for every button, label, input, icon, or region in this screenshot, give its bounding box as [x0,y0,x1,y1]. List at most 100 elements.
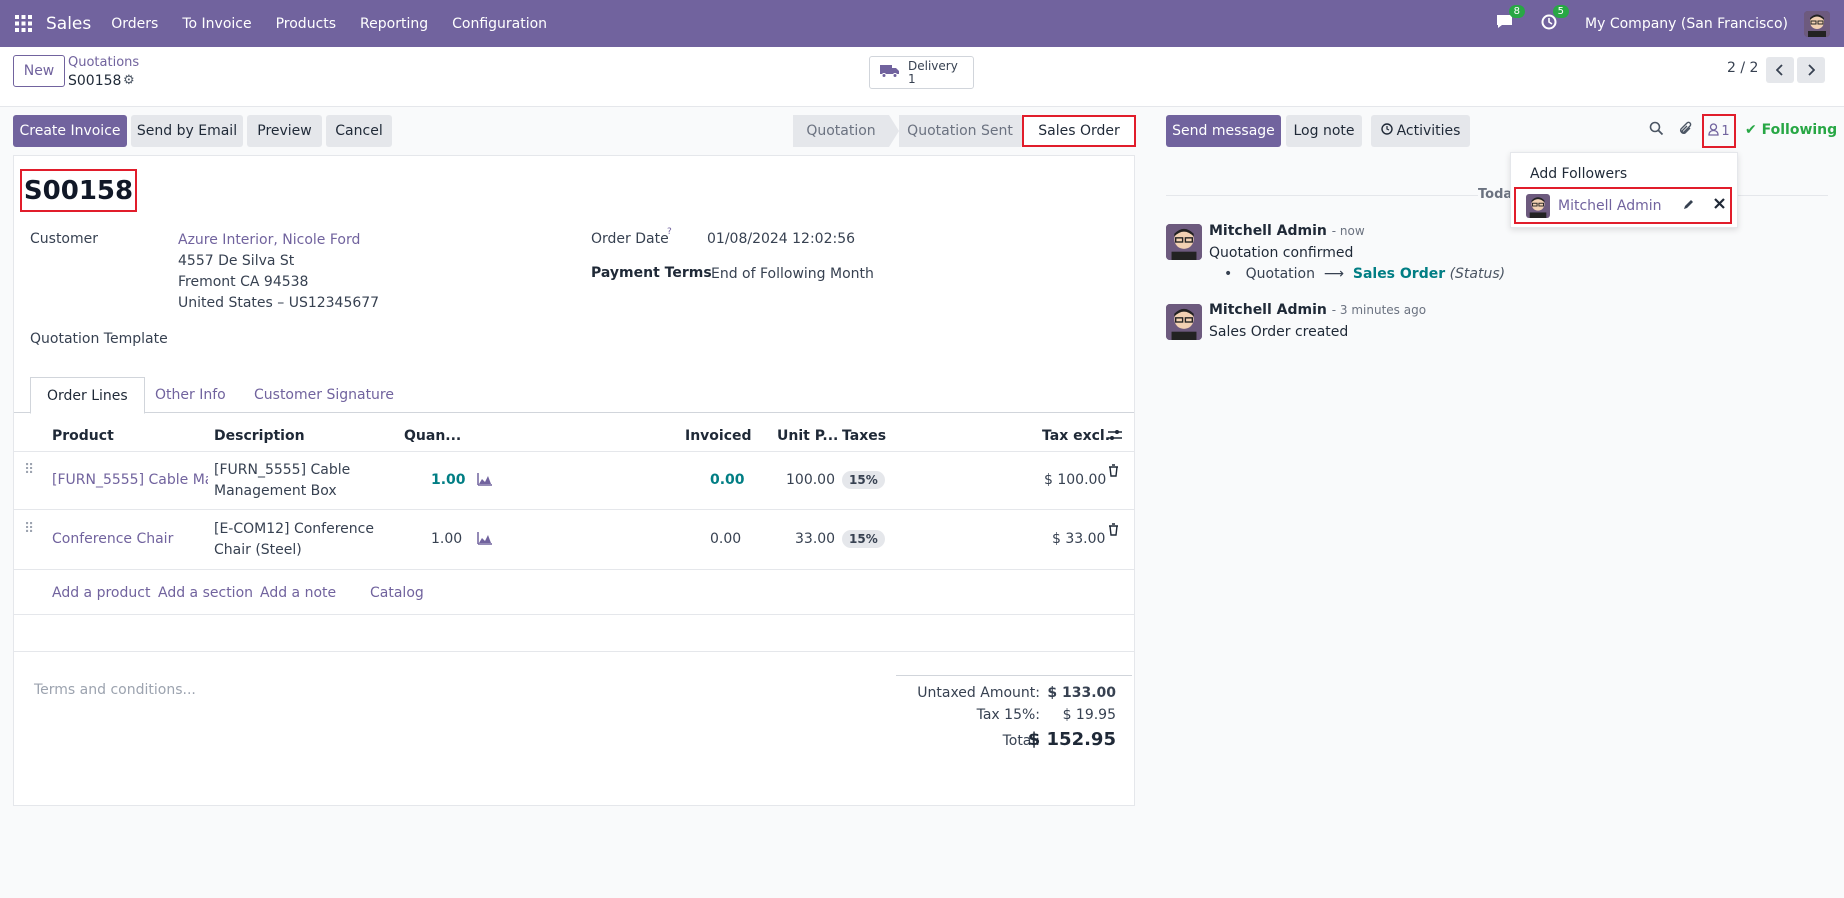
row-description-line2[interactable]: Chair (Steel) [214,542,302,558]
cancel-button[interactable]: Cancel [326,115,392,147]
gear-icon[interactable]: ⚙ [123,73,135,88]
truck-icon [880,63,900,82]
app-brand[interactable]: Sales [46,14,91,34]
row-description-line1[interactable]: [FURN_5555] Cable [214,462,350,478]
column-invoiced[interactable]: Invoiced [685,428,752,444]
activities-button[interactable]: Activities [1371,115,1470,147]
row-invoiced[interactable]: 0.00 [710,531,741,547]
message-author-name[interactable]: Mitchell Admin [1209,302,1327,318]
customer-link[interactable]: Azure Interior, Nicole Ford [178,232,360,248]
remove-follower-icon[interactable] [1714,198,1725,213]
log-note-button[interactable]: Log note [1286,115,1362,147]
row-product[interactable]: Conference Chair [52,531,173,547]
activities-clock-icon[interactable]: 5 [1541,4,1570,34]
status-quotation[interactable]: Quotation [793,115,889,147]
menu-products[interactable]: Products [276,16,336,32]
menu-configuration[interactable]: Configuration [452,16,547,32]
row-description-line1[interactable]: [E-COM12] Conference [214,521,374,537]
untaxed-amount-value: $ 133.00 [1047,685,1116,701]
message-body: Quotation confirmed [1209,245,1354,261]
followers-dropdown: Add Followers Mitchell Admin [1510,152,1738,228]
column-product[interactable]: Product [52,428,114,444]
forecast-chart-icon[interactable] [477,472,493,490]
column-unit-price[interactable]: Unit P... [777,428,838,444]
drag-handle-icon[interactable]: ⠿ [24,521,34,537]
column-quantity[interactable]: Quan... [404,428,461,444]
pager-next-button[interactable] [1797,57,1825,83]
message-author[interactable]: Mitchell Admin - 3 minutes ago [1209,302,1426,318]
edit-pencil-icon[interactable] [1682,198,1695,215]
menu-to-invoice[interactable]: To Invoice [182,16,251,32]
pager-value[interactable]: 2 / 2 [1727,60,1758,76]
menu-reporting[interactable]: Reporting [360,16,428,32]
row-subtotal: $ 33.00 [1052,531,1106,547]
menu-orders[interactable]: Orders [111,16,158,32]
status-sales-order[interactable]: Sales Order [1022,115,1136,147]
search-icon[interactable] [1649,121,1664,140]
terms-conditions-field[interactable]: Terms and conditions... [34,682,196,698]
row-quantity[interactable]: 1.00 [431,472,466,488]
delivery-label: Delivery [908,58,958,73]
tracking-old-value: Quotation [1245,266,1315,282]
new-button[interactable]: New [13,55,65,87]
paperclip-icon[interactable] [1678,121,1693,140]
add-section-link[interactable]: Add a section [158,585,253,601]
preview-button[interactable]: Preview [247,115,322,147]
message-author-avatar[interactable] [1166,304,1202,340]
catalog-link[interactable]: Catalog [370,585,424,601]
delivery-smart-button[interactable]: Delivery 1 [869,56,974,89]
order-date-value[interactable]: 01/08/2024 12:02:56 [707,231,855,247]
row-description-line2[interactable]: Management Box [214,483,337,499]
column-tax-excl[interactable]: Tax excl. [1042,428,1110,444]
breadcrumb-quotations[interactable]: Quotations [68,55,139,70]
row-unit-price[interactable]: 100.00 [786,472,835,488]
pager-previous-button[interactable] [1766,57,1794,83]
apps-menu-icon[interactable] [0,0,46,47]
message-author-name[interactable]: Mitchell Admin [1209,223,1327,239]
add-product-link[interactable]: Add a product [52,585,150,601]
follower-name[interactable]: Mitchell Admin [1558,198,1662,214]
tracking-new-value: Sales Order [1352,266,1446,282]
user-avatar[interactable] [1804,10,1830,37]
delete-row-icon[interactable] [1108,464,1119,481]
address-line-1: 4557 De Silva St [178,253,295,269]
tab-order-lines[interactable]: Order Lines [30,377,145,414]
add-followers-item[interactable]: Add Followers [1530,166,1627,182]
messages-icon[interactable]: 8 [1496,5,1526,33]
table-row[interactable]: ⠿ Conference Chair [E-COM12] Conference … [14,511,1134,570]
drag-handle-icon[interactable]: ⠿ [24,462,34,478]
breadcrumb-current: S00158 [68,73,122,89]
column-description[interactable]: Description [214,428,305,444]
date-separator-label: Toda [1478,187,1513,202]
delete-row-icon[interactable] [1108,523,1119,540]
followers-button[interactable]: 1 [1702,114,1736,148]
add-note-link[interactable]: Add a note [260,585,336,601]
message-author-avatar[interactable] [1166,224,1202,260]
order-date-help-icon[interactable]: ? [667,227,672,237]
tax-badge[interactable]: 15% [842,471,885,489]
optional-columns-icon[interactable] [1107,428,1123,446]
row-unit-price[interactable]: 33.00 [795,531,835,547]
row-quantity[interactable]: 1.00 [431,531,462,547]
column-taxes[interactable]: Taxes [842,428,886,444]
follower-item[interactable]: Mitchell Admin [1514,187,1732,224]
tab-customer-signature[interactable]: Customer Signature [238,377,410,413]
row-invoiced[interactable]: 0.00 [710,472,745,488]
tax-badge[interactable]: 15% [842,530,885,548]
address-line-3: United States – US12345677 [178,295,380,311]
table-row[interactable]: ⠿ [FURN_5555] Cable Mana [FURN_5555] Cab… [14,451,1134,510]
send-by-email-button[interactable]: Send by Email [131,115,243,147]
status-quotation-sent[interactable]: Quotation Sent [899,115,1021,147]
untaxed-amount-label: Untaxed Amount: [917,685,1040,701]
forecast-chart-icon[interactable] [477,531,493,549]
tracking-field: (Status) [1449,266,1506,282]
create-invoice-button[interactable]: Create Invoice [13,115,127,147]
tab-other-info[interactable]: Other Info [139,377,242,413]
company-switcher[interactable]: My Company (San Francisco) [1585,16,1788,32]
send-message-button[interactable]: Send message [1166,115,1281,147]
following-toggle[interactable]: ✔ Following [1745,122,1837,138]
row-product[interactable]: [FURN_5555] Cable Mana [52,472,208,488]
message-author[interactable]: Mitchell Admin - now [1209,223,1365,239]
top-navbar: Sales Orders To Invoice Products Reporti… [0,0,1844,47]
payment-terms-value[interactable]: End of Following Month [711,266,874,282]
